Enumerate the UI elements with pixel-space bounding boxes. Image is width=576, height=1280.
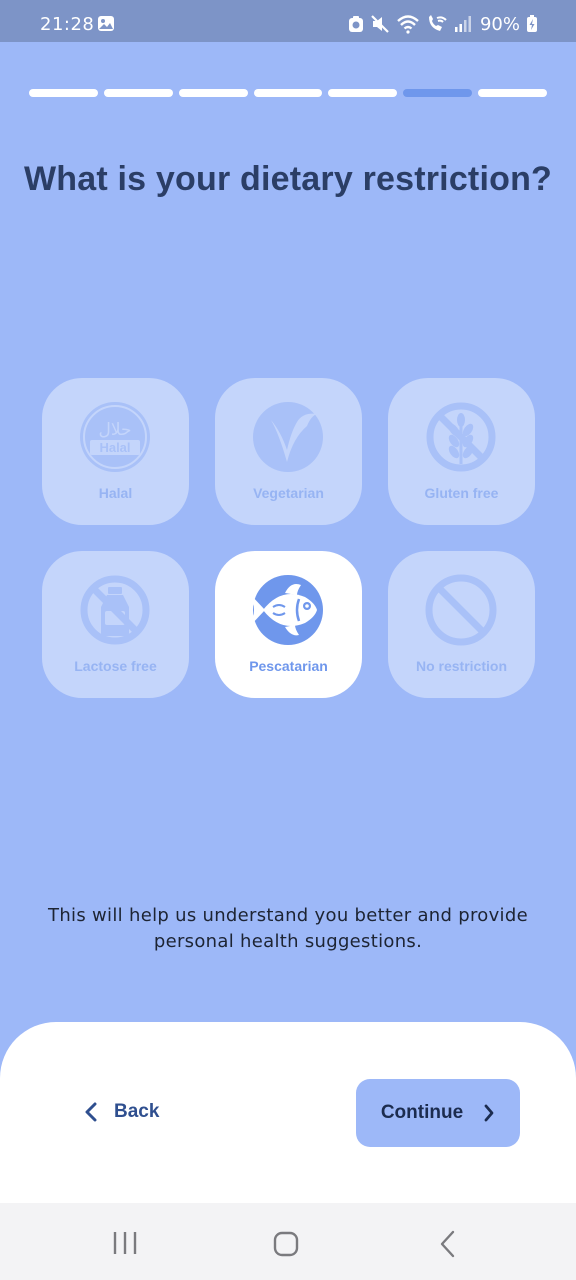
option-label: Lactose free <box>74 658 157 674</box>
back-icon[interactable] <box>438 1230 456 1258</box>
home-icon[interactable] <box>273 1231 299 1257</box>
no-milk-bottle-icon <box>80 575 150 645</box>
option-pescatarian[interactable]: Pescatarian <box>215 551 362 698</box>
status-time: 21:28 <box>40 14 95 35</box>
battery-percentage: 90% <box>479 13 520 35</box>
wifi-icon <box>397 15 419 34</box>
option-label: Gluten free <box>424 485 499 501</box>
back-button[interactable]: Back <box>84 1094 159 1130</box>
wifi-calling-icon <box>428 15 447 31</box>
chevron-left-icon <box>85 1102 97 1122</box>
progress-segment <box>178 89 248 97</box>
progress-segment <box>328 89 398 97</box>
progress-segment <box>29 89 98 97</box>
recents-icon[interactable] <box>112 1231 138 1255</box>
page-title: What is your dietary restriction? <box>23 160 553 198</box>
option-label: Halal <box>98 485 133 501</box>
step-progress-bar <box>29 89 548 97</box>
status-icons: 90% <box>348 12 538 36</box>
status-bar: 21:28 90% <box>0 0 576 42</box>
progress-segment <box>103 89 173 97</box>
option-lactose-free[interactable]: Lactose free <box>42 551 189 698</box>
svg-text:Halal: Halal <box>99 440 130 455</box>
prohibited-icon <box>425 574 497 646</box>
option-label: No restriction <box>415 658 507 674</box>
progress-segment <box>253 89 323 97</box>
option-no-restriction[interactable]: No restriction <box>388 551 535 698</box>
option-vegetarian[interactable]: Vegetarian <box>215 378 362 525</box>
chevron-right-icon <box>484 1104 494 1122</box>
fish-icon <box>251 575 323 645</box>
battery-charging-icon <box>527 15 537 32</box>
option-label: Pescatarian <box>249 658 328 674</box>
halal-icon: حلال Halal <box>80 402 150 472</box>
camera-notification-icon <box>348 16 363 32</box>
mute-icon <box>371 15 389 33</box>
no-wheat-icon <box>426 402 496 472</box>
leaf-icon <box>253 402 323 472</box>
option-halal[interactable]: حلال Halal Halal <box>42 378 189 525</box>
option-gluten-free[interactable]: Gluten free <box>388 378 535 525</box>
gallery-icon <box>98 16 114 31</box>
continue-button[interactable]: Continue <box>356 1079 520 1147</box>
signal-icon <box>454 16 471 32</box>
bottom-action-sheet: Back Continue <box>0 1022 576 1203</box>
svg-text:حلال: حلال <box>98 420 131 440</box>
helper-text: This will help us understand you better … <box>48 905 528 952</box>
progress-segment <box>478 89 548 97</box>
option-label: Vegetarian <box>253 485 324 501</box>
continue-button-label: Continue <box>380 1102 464 1123</box>
system-nav-bar <box>0 1203 576 1280</box>
back-button-label: Back <box>114 1101 160 1122</box>
progress-segment <box>403 89 473 97</box>
